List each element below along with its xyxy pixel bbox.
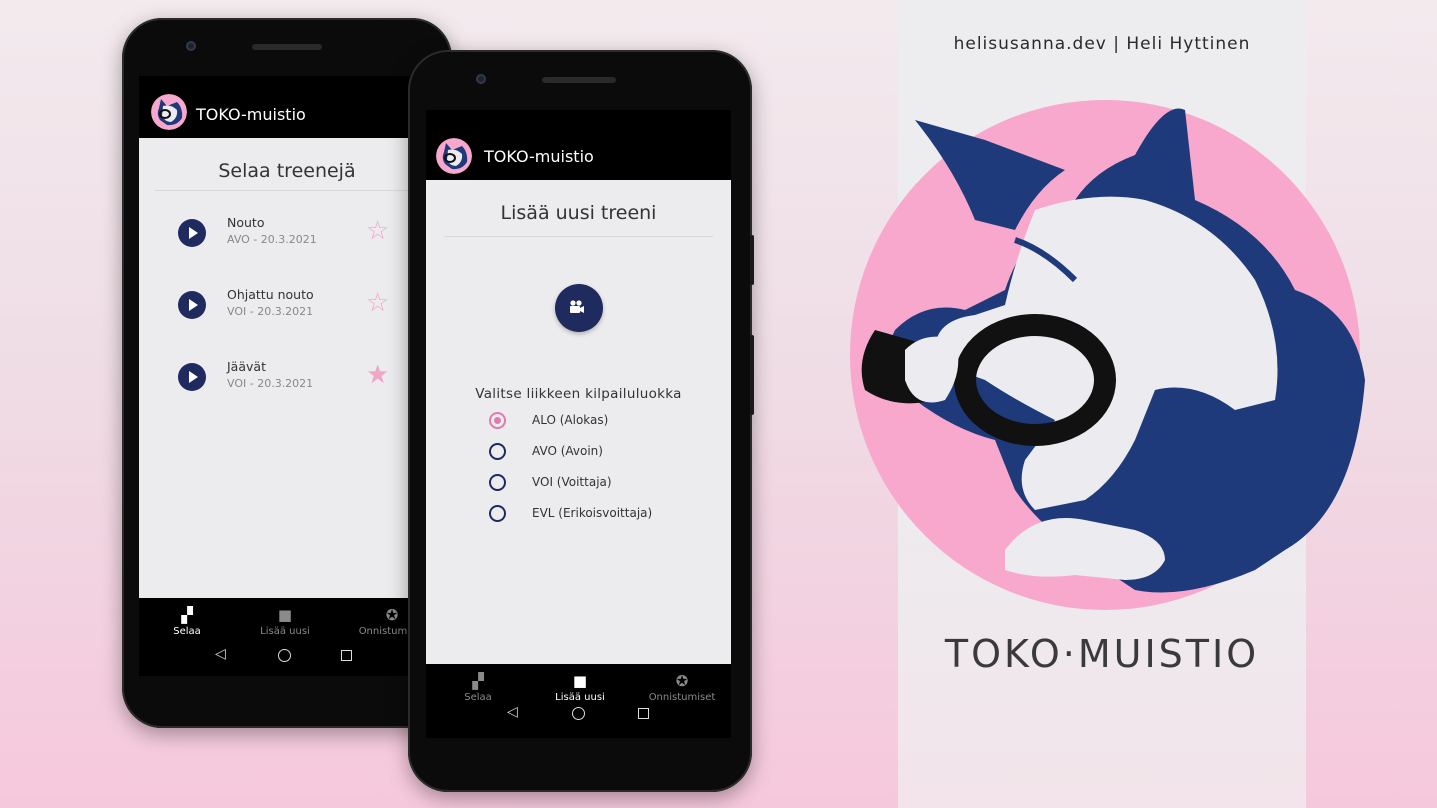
radio-avo[interactable] [489, 443, 506, 460]
app-logo-icon [436, 138, 472, 174]
home-icon[interactable] [572, 707, 585, 720]
back-icon[interactable]: ◁ [507, 705, 518, 719]
nav-label: Selaa [173, 626, 201, 637]
title-divider [444, 236, 713, 237]
nav-selaa[interactable]: ▞ Selaa [159, 606, 215, 637]
bottom-nav: ▞ Selaa ■ Lisää uusi ✪ Onnistumiset [426, 664, 731, 708]
browse-content: Selaa treenejä Nouto AVO - 20.3.2021 ☆ O… [139, 138, 435, 598]
credit-text: helisusanna.dev | Heli Hyttinen [953, 34, 1251, 54]
browse-screen: TOKO-muistio Selaa treenejä Nouto AVO - … [139, 76, 435, 676]
radio-label[interactable]: VOI (Voittaja) [532, 475, 612, 489]
radio-label[interactable]: AVO (Avoin) [532, 444, 603, 458]
app-title: TOKO-muistio [196, 105, 306, 124]
star-circle-icon: ✪ [675, 672, 689, 690]
radio-evl[interactable] [489, 505, 506, 522]
system-nav-bar: ◁ [426, 705, 731, 738]
play-icon[interactable] [178, 219, 206, 247]
list-item[interactable]: Jäävät VOI - 20.3.2021 ★ [139, 352, 435, 402]
star-outline-icon[interactable]: ☆ [366, 290, 389, 316]
video-camera-icon: ■ [572, 672, 588, 690]
phone-side-button [750, 235, 754, 285]
page-title: Selaa treenejä [218, 160, 356, 182]
item-title: Ohjattu nouto [227, 287, 314, 302]
radio-label[interactable]: ALO (Alokas) [532, 413, 608, 427]
phone-speaker [252, 44, 322, 50]
item-subtitle: AVO - 20.3.2021 [227, 233, 317, 246]
recents-icon[interactable] [341, 650, 352, 661]
recents-icon[interactable] [638, 708, 649, 719]
page-title: Lisää uusi treeni [500, 202, 657, 224]
app-title: TOKO-muistio [484, 147, 594, 166]
phone-camera [186, 41, 196, 51]
add-screen: TOKO-muistio Lisää uusi treeni Valitse l… [426, 110, 731, 738]
nav-selaa[interactable]: ▞ Selaa [450, 672, 506, 703]
class-question: Valitse liikkeen kilpailuluokka [475, 386, 682, 402]
item-title: Jäävät [227, 359, 266, 374]
toko-dog-logo [850, 100, 1365, 610]
phone-browse: TOKO-muistio Selaa treenejä Nouto AVO - … [122, 18, 452, 728]
app-bar: TOKO-muistio [426, 110, 731, 180]
home-icon[interactable] [278, 649, 291, 662]
nav-onnistumiset[interactable]: ✪ Onnistumiset [640, 672, 724, 703]
record-video-button[interactable] [555, 284, 603, 332]
video-camera-icon: ■ [277, 606, 293, 624]
nav-label: Onnistumiset [648, 692, 716, 703]
nav-lisaa-uusi[interactable]: ■ Lisää uusi [255, 606, 315, 637]
nav-label: Lisää uusi [260, 626, 310, 637]
phone-camera [476, 74, 486, 84]
brand-wordmark: TOKO·MUISTIO [944, 632, 1260, 676]
nav-label: Lisää uusi [555, 692, 605, 703]
item-subtitle: VOI - 20.3.2021 [227, 305, 314, 318]
item-title: Nouto [227, 215, 265, 230]
list-item[interactable]: Nouto AVO - 20.3.2021 ☆ [139, 208, 435, 258]
play-icon[interactable] [178, 363, 206, 391]
nav-label: Selaa [464, 692, 492, 703]
phone-speaker [542, 77, 616, 83]
system-nav-bar: ◁ [139, 643, 435, 676]
star-outline-icon[interactable]: ☆ [366, 218, 389, 244]
radio-voi[interactable] [489, 474, 506, 491]
title-divider [155, 190, 435, 191]
app-bar: TOKO-muistio [139, 76, 435, 138]
play-icon[interactable] [178, 291, 206, 319]
radio-label[interactable]: EVL (Erikoisvoittaja) [532, 506, 652, 520]
nav-lisaa-uusi[interactable]: ■ Lisää uusi [546, 672, 614, 703]
item-subtitle: VOI - 20.3.2021 [227, 377, 314, 390]
video-camera-icon [570, 300, 584, 313]
radio-alo[interactable] [489, 412, 506, 429]
phone-add: TOKO-muistio Lisää uusi treeni Valitse l… [408, 50, 754, 792]
star-filled-icon[interactable]: ★ [366, 362, 389, 388]
add-content: Lisää uusi treeni Valitse liikkeen kilpa… [426, 180, 731, 664]
dog-icon: ▞ [472, 672, 484, 690]
phone-side-button [750, 335, 754, 415]
dog-icon: ▞ [181, 606, 193, 624]
list-item[interactable]: Ohjattu nouto VOI - 20.3.2021 ☆ [139, 280, 435, 330]
app-logo-icon [151, 94, 187, 130]
back-icon[interactable]: ◁ [215, 647, 226, 661]
bottom-nav: ▞ Selaa ■ Lisää uusi ✪ Onnistumiset [139, 598, 435, 643]
